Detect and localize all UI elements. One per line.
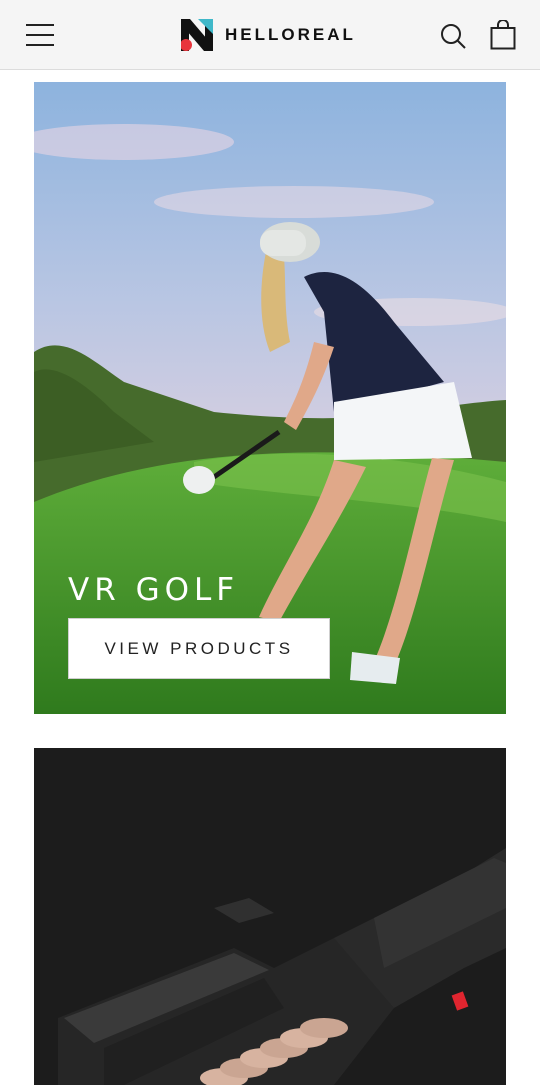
site-header: HELLOREAL [0, 0, 540, 70]
category-card-vr-golf[interactable]: VR GOLF VIEW PRODUCTS [34, 82, 506, 714]
cart-icon[interactable] [490, 20, 516, 50]
category-card-accessory[interactable] [34, 748, 506, 1085]
logo-mark-icon [181, 19, 213, 51]
menu-icon[interactable] [26, 24, 54, 46]
search-icon[interactable] [440, 23, 466, 49]
vr-gun-stock-image [58, 848, 506, 1085]
view-products-button[interactable]: VIEW PRODUCTS [68, 618, 330, 679]
card-title: VR GOLF [68, 571, 240, 608]
brand-name: HELLOREAL [225, 25, 356, 44]
brand-logo[interactable]: HELLOREAL [181, 19, 356, 51]
